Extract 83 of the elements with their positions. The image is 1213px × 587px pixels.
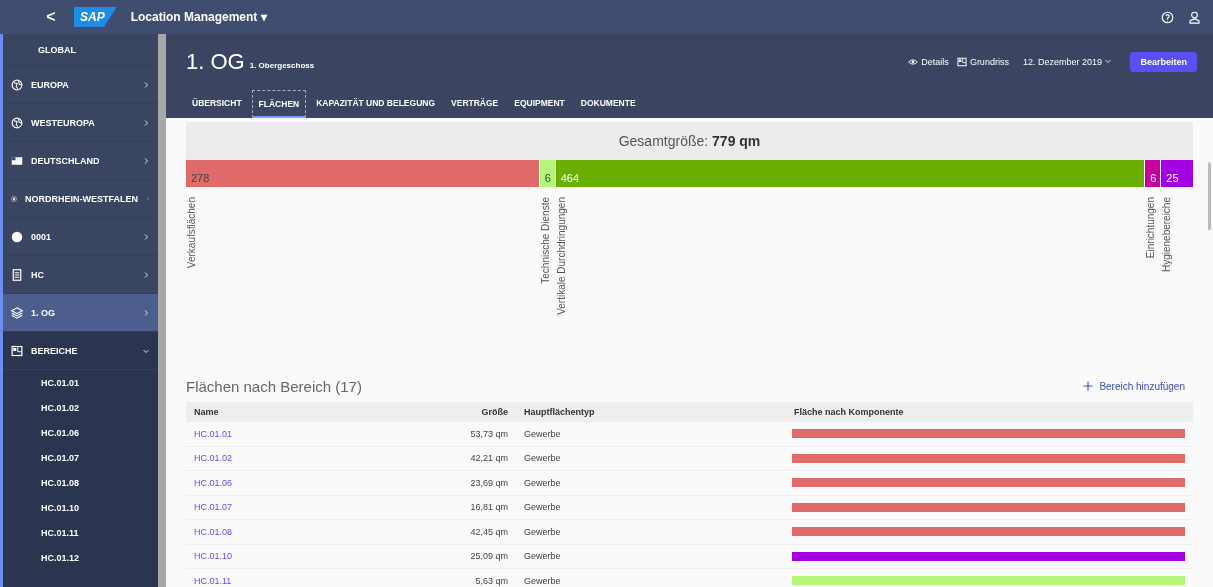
- tab[interactable]: KAPAZITÄT UND BELEGUNG: [310, 90, 442, 118]
- sidebar-subitem[interactable]: HC.01.06: [3, 420, 158, 445]
- sidebar-subitem[interactable]: HC.01.02: [3, 395, 158, 420]
- segment-label: Technische Dienste: [539, 197, 551, 284]
- globe-icon: [11, 78, 23, 91]
- sidebar-subitem[interactable]: HC.01.01: [3, 370, 158, 395]
- table-cell: Gewerbe: [516, 520, 786, 545]
- total-size-label: Gesamtgröße: 779 qm: [618, 133, 761, 149]
- plus-icon: [1083, 381, 1094, 391]
- edit-button[interactable]: Bearbeiten: [1130, 52, 1197, 72]
- area-segment: 6: [1145, 160, 1161, 187]
- segment-label: Hygienebereiche: [1161, 197, 1173, 273]
- date-dropdown[interactable]: 12. Dezember 2019: [1022, 57, 1113, 67]
- add-area-button[interactable]: Bereich hinzufügen: [1075, 380, 1193, 392]
- table-cell: 42,45 qm: [416, 520, 516, 545]
- page-title: 1. OG: [186, 49, 245, 75]
- table-cell: 5,63 qm: [416, 569, 516, 587]
- floorplan-icon: [11, 344, 23, 357]
- table-cell: 25,09 qm: [416, 544, 516, 569]
- sidebar-item[interactable]: BEREICHE: [3, 332, 158, 370]
- chevron-right-icon: [142, 80, 150, 89]
- table-cell: Gewerbe: [516, 495, 786, 520]
- chevron-right-icon: [142, 308, 150, 317]
- chevron-down-icon: [1104, 57, 1113, 65]
- globe-icon: [11, 116, 23, 129]
- table-cell: Gewerbe: [516, 569, 786, 587]
- chevron-right-icon: [142, 156, 150, 165]
- area-segment: 464: [555, 160, 1145, 187]
- column-header: Fläche nach Komponente: [786, 402, 1193, 422]
- circle-icon: [11, 230, 23, 243]
- table-cell: 53,73 qm: [416, 422, 516, 447]
- user-icon[interactable]: [1188, 10, 1201, 24]
- page-subtitle: 1. Obergeschoss: [249, 60, 315, 70]
- tab[interactable]: DOKUMENTE: [574, 90, 642, 118]
- app-title-menu[interactable]: Location Management ▾: [130, 10, 267, 24]
- area-link[interactable]: HC.01.10: [194, 551, 233, 562]
- table-cell: 16,81 qm: [416, 495, 516, 520]
- area-link[interactable]: HC.01.01: [194, 428, 233, 439]
- segment-label: Einrichtungen: [1145, 197, 1157, 259]
- segment-label: Vertikale Durchdringungen: [555, 197, 567, 315]
- area-link[interactable]: HC.01.07: [194, 502, 233, 513]
- floorplan-icon: [956, 57, 967, 67]
- eye-icon: [908, 57, 919, 67]
- sidebar-item[interactable]: 1. OG: [3, 294, 158, 332]
- table-cell: Gewerbe: [516, 446, 786, 471]
- area-link[interactable]: HC.01.06: [194, 477, 233, 488]
- header-action[interactable]: Details: [908, 57, 949, 67]
- layers-icon: [11, 306, 23, 319]
- tab[interactable]: VERTRÄGE: [445, 90, 505, 118]
- area-segment: 278: [186, 160, 539, 187]
- area-link[interactable]: HC.01.11: [194, 575, 232, 586]
- chevron-right-icon: [142, 232, 150, 241]
- sidebar-subitem[interactable]: HC.01.12: [3, 545, 158, 570]
- chevron-right-icon: [142, 118, 150, 127]
- area-link[interactable]: HC.01.02: [194, 453, 233, 464]
- help-icon[interactable]: [1161, 10, 1174, 24]
- scrollbar[interactable]: [1208, 162, 1211, 230]
- building-icon: [11, 268, 23, 281]
- back-button[interactable]: <: [40, 8, 62, 26]
- table-cell: Gewerbe: [516, 422, 786, 447]
- column-header: Größe: [416, 402, 516, 422]
- tab[interactable]: ÜBERSICHT: [186, 90, 248, 118]
- tab[interactable]: FLÄCHEN: [251, 90, 307, 118]
- area-segment: 25: [1161, 160, 1193, 187]
- logo: SAP: [74, 7, 117, 27]
- table-cell: Gewerbe: [516, 471, 786, 496]
- table-cell: 42,21 qm: [416, 446, 516, 471]
- header-action[interactable]: Grundriss: [956, 57, 1009, 67]
- table-cell: Gewerbe: [516, 544, 786, 569]
- sidebar-subitem[interactable]: HC.01.11: [3, 520, 158, 545]
- tab[interactable]: EQUIPMENT: [508, 90, 571, 118]
- column-header: Hauptflächentyp: [516, 402, 786, 422]
- sidebar-subitem[interactable]: HC.01.10: [3, 495, 158, 520]
- flag-icon: [11, 154, 23, 167]
- segment-label: Verkaufsflächen: [186, 197, 197, 269]
- column-header: Name: [186, 402, 416, 422]
- chevron-right-icon: [142, 270, 150, 279]
- area-link[interactable]: HC.01.08: [194, 526, 233, 537]
- sidebar-subitem[interactable]: HC.01.07: [3, 445, 158, 470]
- section-title: Flächen nach Bereich (17): [186, 377, 363, 395]
- table-cell: 23,69 qm: [416, 471, 516, 496]
- area-segment: 6: [539, 160, 555, 187]
- sidebar-subitem[interactable]: HC.01.08: [3, 470, 158, 495]
